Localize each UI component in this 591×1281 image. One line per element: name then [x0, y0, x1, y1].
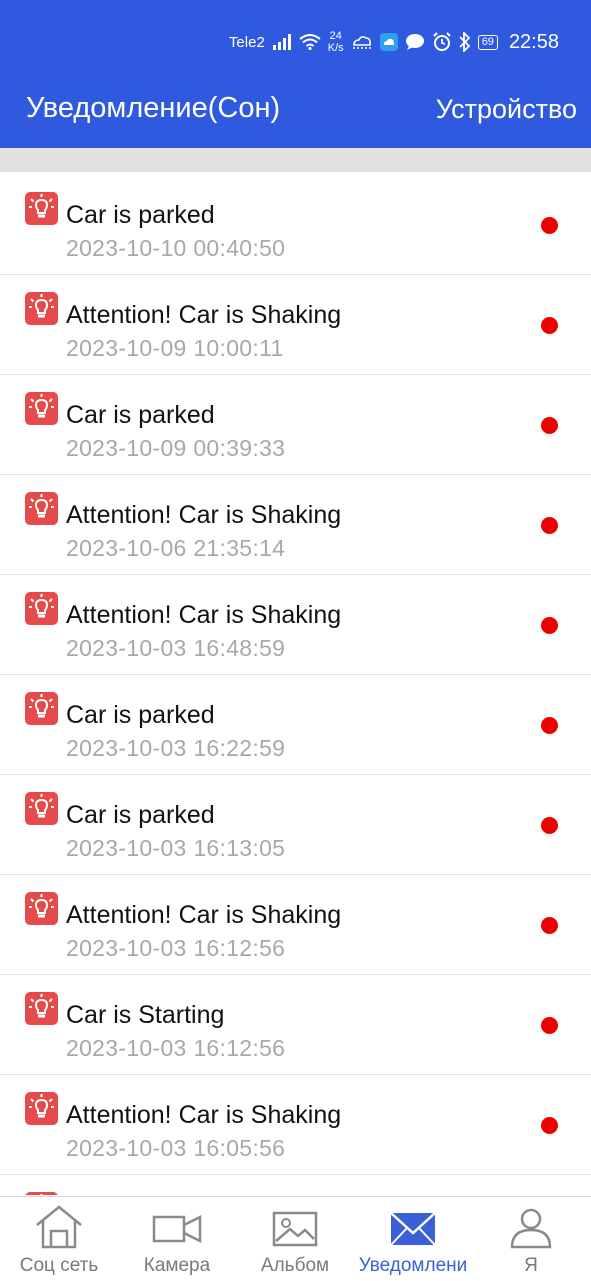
- unread-dot: [541, 617, 558, 634]
- unread-dot: [541, 417, 558, 434]
- notification-date: 2023-10-03 16:22:59: [66, 735, 286, 761]
- notification-text: Car is parked: [66, 401, 215, 429]
- alert-light-icon: [25, 692, 58, 725]
- notification-item[interactable]: Car is parked 2023-10-10 00:40:50: [0, 175, 591, 275]
- envelope-icon: [390, 1212, 436, 1246]
- unread-dot: [541, 1117, 558, 1134]
- weather-icon: [352, 36, 371, 49]
- notification-date: 2023-10-10 00:40:50: [66, 235, 286, 261]
- notification-text: Attention! Car is Shaking: [66, 301, 342, 329]
- notification-text: Car is parked: [66, 201, 215, 229]
- notification-date: 2023-10-06 21:35:14: [66, 535, 286, 561]
- tab-notifications[interactable]: Уведомлени: [354, 1197, 472, 1281]
- network-speed: 24 K/s: [327, 30, 344, 54]
- tab-label: Соц сеть: [19, 1255, 99, 1276]
- notification-date: 2023-10-09 10:00:11: [66, 335, 284, 361]
- unread-dot: [541, 717, 558, 734]
- tab-social[interactable]: Соц сеть: [0, 1197, 118, 1281]
- unread-dot: [541, 1017, 558, 1034]
- notification-list[interactable]: Car is parked 2023-10-10 00:40:50 Attentio…: [0, 175, 591, 1195]
- device-button[interactable]: Устройство: [436, 94, 577, 125]
- notification-item[interactable]: Attention! Car is Shaking 2023-10-03 16:1…: [0, 875, 591, 975]
- notification-date: 2023-10-09 00:39:33: [66, 435, 286, 461]
- carrier-name: Tele2: [228, 33, 265, 51]
- alarm-icon: [432, 32, 451, 51]
- notification-date: 2023-10-03 16:12:56: [66, 1035, 286, 1061]
- notification-text: Car is Starting: [66, 1001, 225, 1029]
- unread-dot: [541, 817, 558, 834]
- unread-dot: [541, 517, 558, 534]
- home-icon: [36, 1205, 82, 1249]
- notification-text: Attention! Car is Shaking: [66, 1101, 342, 1129]
- tab-camera[interactable]: Камера: [118, 1197, 236, 1281]
- notification-item[interactable]: Attention! Car is Shaking 2023-10-09 10:0…: [0, 275, 591, 375]
- tab-label: Уведомлени: [358, 1255, 468, 1276]
- image-icon: [272, 1211, 318, 1247]
- alert-light-icon: [25, 592, 58, 625]
- alert-light-icon: [25, 292, 58, 325]
- notification-text: Attention! Car is Shaking: [66, 601, 342, 629]
- notification-item-partial: [0, 1175, 591, 1195]
- alert-light-icon: [25, 992, 58, 1025]
- notification-date: 2023-10-03 16:12:56: [66, 935, 286, 961]
- signal-icon: [272, 34, 291, 50]
- alert-light-icon: [25, 192, 58, 225]
- notification-date: 2023-10-03 16:05:56: [66, 1135, 286, 1161]
- tab-label: Я: [524, 1255, 538, 1276]
- notification-date: 2023-10-03 16:13:05: [66, 835, 286, 861]
- bluetooth-icon: [459, 32, 470, 52]
- alert-light-icon: [25, 392, 58, 425]
- notification-item[interactable]: Attention! Car is Shaking 2023-10-03 16:0…: [0, 1075, 591, 1175]
- notification-text: Car is parked: [66, 701, 215, 729]
- tab-profile[interactable]: Я: [472, 1197, 590, 1281]
- notification-text: Attention! Car is Shaking: [66, 501, 342, 529]
- notification-item[interactable]: Car is parked 2023-10-03 16:13:05: [0, 775, 591, 875]
- video-camera-icon: [152, 1214, 202, 1244]
- bottom-tab-bar: Соц сеть Камера Альбом Уведомлени Я: [0, 1196, 591, 1281]
- unread-dot: [541, 217, 558, 234]
- alert-light-icon: [25, 492, 58, 525]
- cloud-app-icon: [379, 33, 398, 51]
- tab-label: Альбом: [260, 1255, 330, 1276]
- notification-item[interactable]: Attention! Car is Shaking 2023-10-06 21:3…: [0, 475, 591, 575]
- alert-light-icon: [25, 1092, 58, 1125]
- battery-indicator: 69: [477, 34, 498, 50]
- tab-label: Камера: [143, 1255, 211, 1276]
- clock: 22:58: [508, 30, 559, 53]
- notification-text: Attention! Car is Shaking: [66, 901, 342, 929]
- chat-icon: [405, 34, 424, 50]
- app-header: Tele2 24 K/s 69 22:58 Уведомление(Сон) У…: [0, 0, 591, 148]
- tab-album[interactable]: Альбом: [236, 1197, 354, 1281]
- page-title: Уведомление(Сон): [26, 92, 281, 124]
- notification-item[interactable]: Car is parked 2023-10-03 16:22:59: [0, 675, 591, 775]
- alert-light-icon: [25, 792, 58, 825]
- notification-item[interactable]: Attention! Car is Shaking 2023-10-03 16:4…: [0, 575, 591, 675]
- alert-light-icon: [25, 1192, 58, 1195]
- wifi-icon: [299, 34, 321, 50]
- notification-text: Car is parked: [66, 801, 215, 829]
- status-bar: Tele2 24 K/s 69 22:58: [0, 24, 591, 64]
- alert-light-icon: [25, 892, 58, 925]
- notification-item[interactable]: Car is Starting 2023-10-03 16:12:56: [0, 975, 591, 1075]
- notification-date: 2023-10-03 16:48:59: [66, 635, 286, 661]
- unread-dot: [541, 317, 558, 334]
- unread-dot: [541, 917, 558, 934]
- header-divider: [0, 148, 591, 172]
- notification-item[interactable]: Car is parked 2023-10-09 00:39:33: [0, 375, 591, 475]
- person-icon: [510, 1208, 552, 1249]
